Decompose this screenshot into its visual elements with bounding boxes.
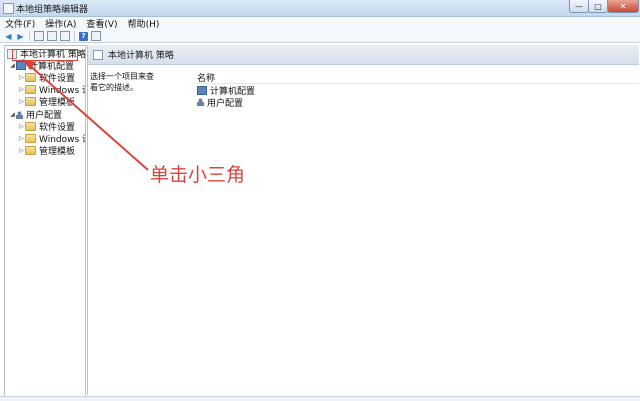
annotation-arrow [22,59,149,171]
status-bar [0,396,640,401]
annotation-text: 单击小三角 [150,164,246,186]
